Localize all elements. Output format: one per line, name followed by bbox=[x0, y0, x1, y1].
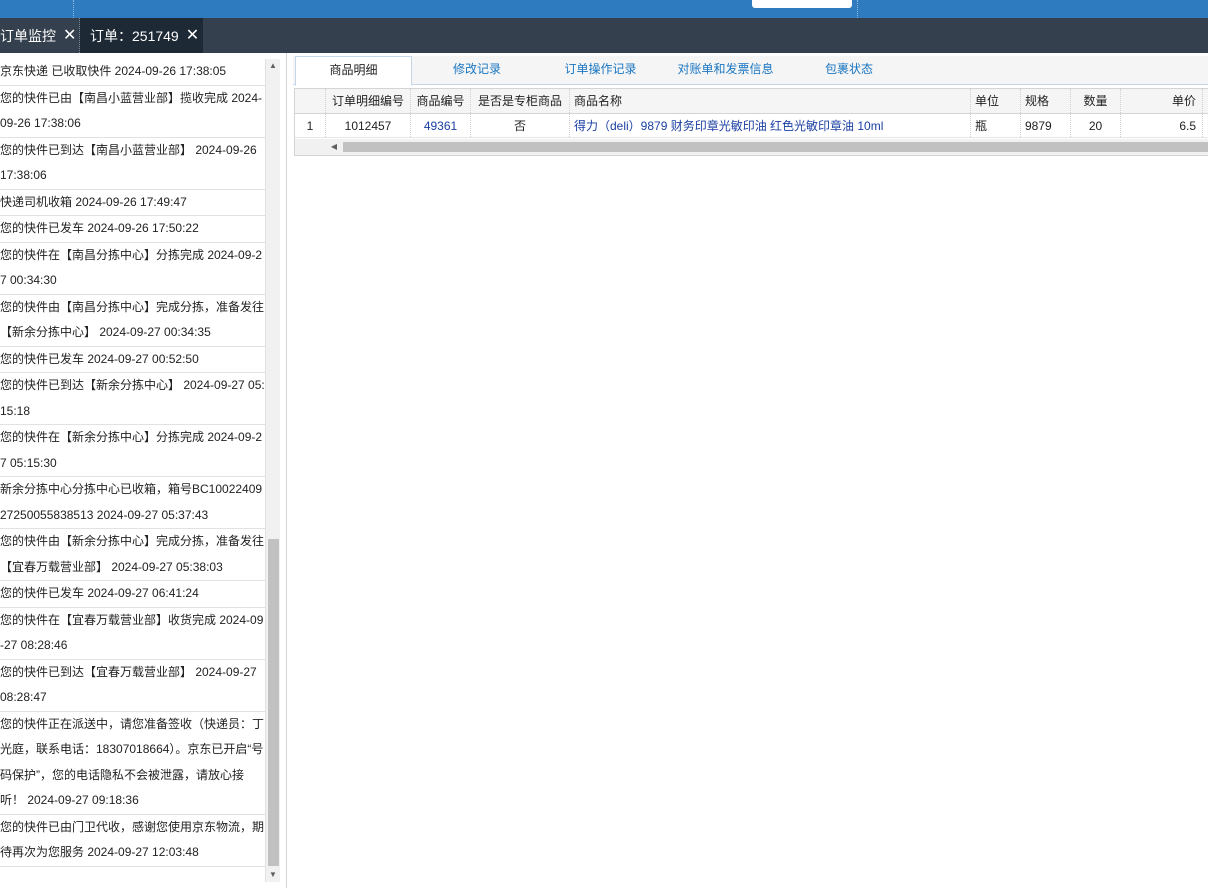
order-detail-panel: 商品明细 修改记录 订单操作记录 对账单和发票信息 包裹状态 订单明细编号 商品… bbox=[293, 53, 1208, 888]
price-cell: 6.5 bbox=[1121, 114, 1203, 137]
tracking-item: 您的快件已发车 2024-09-26 17:50:22 bbox=[0, 216, 265, 243]
tracking-item: 京东快递 已收取快件 2024-09-26 17:38:05 bbox=[0, 59, 265, 86]
tracking-item: 您的快件在【新余分拣中心】分拣完成 2024-09-27 05:15:30 bbox=[0, 425, 265, 477]
column-header[interactable]: 单价 bbox=[1121, 89, 1203, 113]
table-row[interactable]: 1 1012457 49361 否 得力（deli）9879 财务印章光敏印油 … bbox=[295, 114, 1208, 138]
product-id-link[interactable]: 49361 bbox=[411, 114, 471, 137]
tab-label: 订单：251749 bbox=[90, 27, 179, 44]
arrow-down-icon[interactable]: ▼ bbox=[266, 868, 280, 882]
column-header[interactable]: 商品编号 bbox=[411, 89, 471, 113]
unit-cell: 瓶 bbox=[971, 114, 1021, 137]
header-divider bbox=[857, 0, 858, 18]
product-name-link[interactable]: 得力（deli）9879 财务印章光敏印油 红色光敏印章油 10ml bbox=[570, 114, 971, 137]
tracking-panel: 京东快递 已收取快件 2024-09-26 17:38:05 您的快件已由【南昌… bbox=[0, 53, 287, 888]
product-grid: 订单明细编号 商品编号 是否是专柜商品 商品名称 单位 规格 数量 单价 1 1… bbox=[294, 88, 1208, 156]
column-header[interactable]: 规格 bbox=[1021, 89, 1071, 113]
column-header[interactable]: 单位 bbox=[971, 89, 1021, 113]
horizontal-scrollbar[interactable]: ◀ bbox=[295, 139, 1208, 155]
top-header-bar bbox=[0, 0, 1208, 18]
column-header[interactable]: 是否是专柜商品 bbox=[471, 89, 570, 113]
scrollbar-thumb[interactable] bbox=[268, 539, 279, 866]
tab-strip: 订单监控 ✕ 订单：251749 ✕ bbox=[0, 18, 1208, 53]
tracking-item: 您的快件已到达【新余分拣中心】 2024-09-27 05:15:18 bbox=[0, 373, 265, 425]
column-header[interactable]: 订单明细编号 bbox=[326, 89, 411, 113]
row-number: 1 bbox=[295, 114, 326, 137]
tracking-item: 您的快件已由【南昌小蓝营业部】揽收完成 2024-09-26 17:38:06 bbox=[0, 86, 265, 138]
tracking-item: 您的快件由【南昌分拣中心】完成分拣，准备发往【新余分拣中心】 2024-09-2… bbox=[0, 295, 265, 347]
header-search-box[interactable] bbox=[752, 0, 852, 8]
scrollbar-thumb[interactable] bbox=[343, 142, 1208, 152]
tracking-item: 您的快件正在派送中，请您准备签收（快递员：丁光庭，联系电话：1830701866… bbox=[0, 712, 265, 815]
tab-operation-log[interactable]: 订单操作记录 bbox=[543, 56, 658, 85]
vertical-scrollbar[interactable]: ▲ ▼ bbox=[265, 59, 280, 882]
detail-subtabs: 商品明细 修改记录 订单操作记录 对账单和发票信息 包裹状态 bbox=[293, 56, 1208, 86]
tab-statement-invoice[interactable]: 对账单和发票信息 bbox=[668, 56, 783, 85]
tracking-item: 您的快件在【宜春万载营业部】收货完成 2024-09-27 08:28:46 bbox=[0, 608, 265, 660]
tracking-item: 您的快件由【新余分拣中心】完成分拣，准备发往【宜春万载营业部】 2024-09-… bbox=[0, 529, 265, 581]
tracking-item: 您的快件已由门卫代收，感谢您使用京东物流，期待再次为您服务 2024-09-27… bbox=[0, 815, 265, 867]
tracking-list[interactable]: 京东快递 已收取快件 2024-09-26 17:38:05 您的快件已由【南昌… bbox=[0, 59, 265, 882]
tab-order-monitor[interactable]: 订单监控 ✕ bbox=[0, 18, 79, 53]
tab-label: 订单监控 bbox=[0, 27, 56, 44]
arrow-left-icon[interactable]: ◀ bbox=[327, 139, 341, 155]
grid-header: 订单明细编号 商品编号 是否是专柜商品 商品名称 单位 规格 数量 单价 bbox=[295, 89, 1208, 114]
tracking-item: 快递司机收箱 2024-09-26 17:49:47 bbox=[0, 190, 265, 216]
tab-modify-log[interactable]: 修改记录 bbox=[421, 56, 533, 85]
tab-divider bbox=[79, 18, 80, 53]
close-icon[interactable]: ✕ bbox=[186, 27, 199, 44]
tracking-item: 您的快件已发车 2024-09-27 06:41:24 bbox=[0, 581, 265, 608]
quantity-cell: 20 bbox=[1071, 114, 1121, 137]
arrow-up-icon[interactable]: ▲ bbox=[266, 59, 280, 73]
tab-package-status[interactable]: 包裹状态 bbox=[793, 56, 905, 85]
tracking-item: 您的快件已发车 2024-09-27 00:52:50 bbox=[0, 347, 265, 373]
column-header[interactable]: 数量 bbox=[1071, 89, 1121, 113]
is-counter-cell: 否 bbox=[471, 114, 570, 137]
column-header[interactable]: 商品名称 bbox=[570, 89, 971, 113]
spec-cell: 9879 bbox=[1021, 114, 1071, 137]
tracking-item: 新余分拣中心分拣中心已收箱，箱号BC1002240927250055838513… bbox=[0, 477, 265, 529]
tab-product-detail[interactable]: 商品明细 bbox=[295, 56, 412, 86]
tab-order-detail[interactable]: 订单：251749 ✕ bbox=[80, 18, 203, 53]
header-divider bbox=[73, 0, 74, 18]
tracking-item: 您的快件在【南昌分拣中心】分拣完成 2024-09-27 00:34:30 bbox=[0, 243, 265, 295]
detail-id-cell: 1012457 bbox=[326, 114, 411, 137]
tracking-item: 您的快件已到达【南昌小蓝营业部】 2024-09-26 17:38:06 bbox=[0, 138, 265, 190]
close-icon[interactable]: ✕ bbox=[63, 27, 76, 44]
tracking-item: 您的快件已到达【宜春万载营业部】 2024-09-27 08:28:47 bbox=[0, 660, 265, 712]
row-number-header bbox=[295, 89, 326, 113]
